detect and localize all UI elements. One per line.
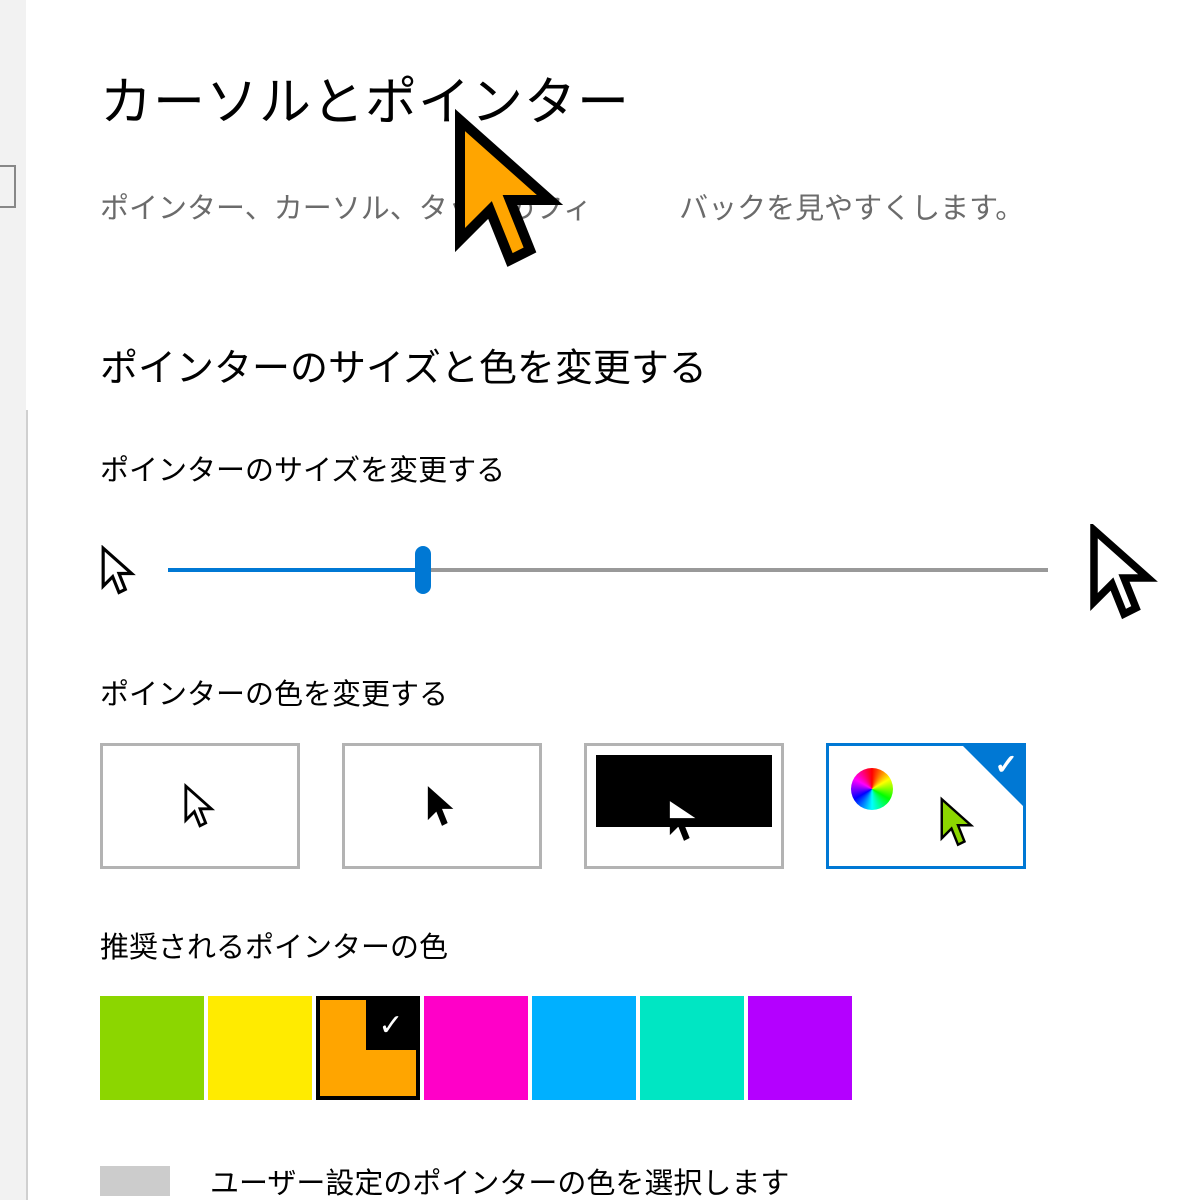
- edge-marker: [0, 165, 16, 208]
- cursor-icon: [425, 783, 459, 829]
- cursor-icon: [938, 796, 978, 848]
- swatch-cyan[interactable]: [532, 996, 636, 1100]
- custom-color-button[interactable]: [100, 1166, 170, 1196]
- color-mode-custom[interactable]: [826, 743, 1026, 869]
- slider-thumb[interactable]: [415, 546, 431, 594]
- swatch-row: ✓: [100, 996, 1160, 1100]
- color-mode-white[interactable]: [100, 743, 300, 869]
- pointer-size-slider[interactable]: [168, 552, 1048, 588]
- cursor-icon: [183, 783, 217, 829]
- swatch-pink[interactable]: [424, 996, 528, 1100]
- page-subtitle: ポインター、カーソル、タッチのフィ バックを見やすくします。: [100, 185, 1160, 227]
- custom-color-label: ユーザー設定のポインターの色を選択します: [210, 1160, 789, 1202]
- checkmark-icon: ✓: [366, 1000, 416, 1050]
- swatch-orange[interactable]: ✓: [316, 996, 420, 1100]
- swatch-yellow[interactable]: [208, 996, 312, 1100]
- recommended-label: 推奨されるポインターの色: [100, 924, 1160, 966]
- section-heading: ポインターのサイズと色を変更する: [100, 337, 1160, 392]
- swatch-lime[interactable]: [100, 996, 204, 1100]
- page-title: カーソルとポインター: [100, 60, 1160, 135]
- cursor-icon: [667, 798, 701, 844]
- color-wheel-icon: [851, 768, 893, 810]
- swatch-purple[interactable]: [748, 996, 852, 1100]
- color-mode-black[interactable]: [342, 743, 542, 869]
- hero-cursor-icon: [450, 105, 570, 275]
- color-mode-inverted[interactable]: [584, 743, 784, 869]
- cursor-large-icon: [1088, 524, 1160, 616]
- divider-line: [26, 410, 28, 1200]
- swatch-teal[interactable]: [640, 996, 744, 1100]
- size-label: ポインターのサイズを変更する: [100, 447, 1160, 489]
- color-label: ポインターの色を変更する: [100, 671, 1160, 713]
- cursor-small-icon: [100, 545, 138, 595]
